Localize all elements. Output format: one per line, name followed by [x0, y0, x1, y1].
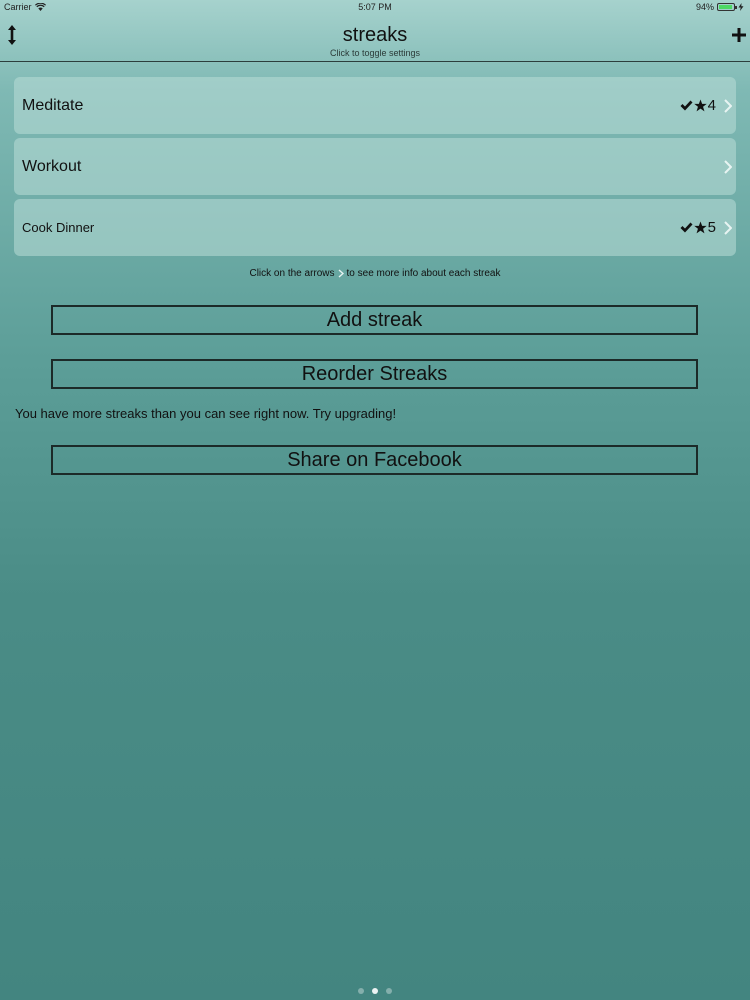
streak-name: Meditate: [22, 96, 84, 114]
streak-count: 4: [707, 97, 716, 114]
page-dot[interactable]: [358, 988, 364, 994]
streak-row-meditate[interactable]: Meditate 4: [14, 77, 736, 134]
chevron-right-icon[interactable]: [724, 159, 732, 174]
battery-fill: [719, 5, 733, 9]
streak-count: 5: [707, 219, 716, 236]
checkmark-icon: [680, 100, 693, 111]
battery-percent: 94%: [695, 2, 714, 12]
reorder-streaks-button[interactable]: Reorder Streaks: [51, 359, 698, 389]
upgrade-message: You have more streaks than you can see r…: [15, 406, 397, 421]
page-indicator[interactable]: [0, 988, 750, 994]
page-subtitle[interactable]: Click to toggle settings: [0, 48, 750, 58]
hint-text-after: to see more info about each streak: [346, 268, 501, 279]
streak-row-cook-dinner[interactable]: Cook Dinner 5: [14, 199, 736, 256]
page-dot[interactable]: [386, 988, 392, 994]
page-title[interactable]: streaks: [0, 24, 750, 47]
streak-list: Meditate 4 Workout Cook Dinner 5: [14, 77, 736, 260]
streak-name: Workout: [22, 157, 82, 175]
battery-icon: [717, 3, 737, 11]
status-right: 94%: [696, 2, 744, 12]
charging-icon: [738, 3, 744, 11]
star-icon: [693, 99, 707, 112]
add-streak-button[interactable]: Add streak: [51, 305, 698, 335]
nav-bar: streaks Click to toggle settings: [0, 16, 750, 62]
status-bar: Carrier 5:07 PM 94%: [0, 0, 750, 16]
arrows-hint: Click on the arrows to see more info abo…: [0, 268, 750, 279]
page-dot-active[interactable]: [372, 988, 378, 994]
status-time: 5:07 PM: [358, 2, 392, 12]
streak-row-workout[interactable]: Workout: [14, 138, 736, 195]
chevron-right-icon[interactable]: [724, 220, 732, 235]
streak-stats: 4: [680, 97, 716, 114]
streak-name: Cook Dinner: [22, 220, 95, 235]
checkmark-icon: [680, 222, 693, 233]
share-facebook-button[interactable]: Share on Facebook: [51, 445, 698, 475]
star-icon: [693, 221, 707, 234]
chevron-right-icon[interactable]: [724, 98, 732, 113]
plus-icon[interactable]: [732, 24, 746, 46]
streak-stats: 5: [680, 219, 716, 236]
hint-text-before: Click on the arrows: [249, 268, 335, 279]
chevron-right-icon: [338, 269, 344, 278]
